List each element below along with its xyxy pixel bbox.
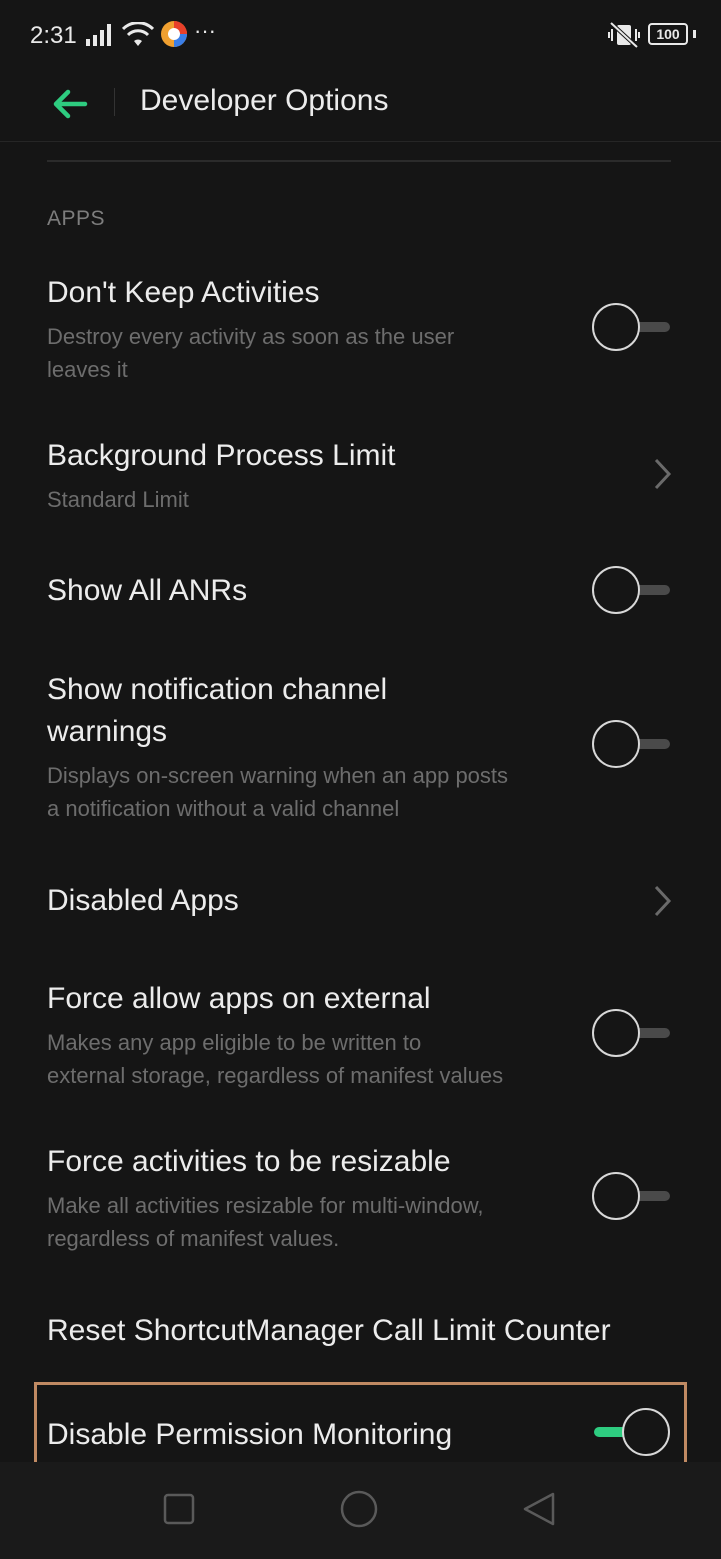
setting-value: Standard Limit (47, 487, 189, 512)
status-time: 2:31 (30, 22, 77, 49)
square-icon (163, 1493, 195, 1530)
setting-description: Makes any app eligible to be written to (47, 1030, 422, 1055)
page-title: Developer Options (140, 84, 389, 117)
setting-notification-channel-warnings[interactable]: Show notification channel warnings Displ… (0, 664, 721, 834)
signal-icon (86, 24, 114, 51)
setting-title: Background Process Limit (47, 439, 396, 472)
back-nav-button[interactable] (516, 1488, 562, 1534)
battery-icon: 100 (648, 23, 697, 50)
setting-description: Displays on-screen warning when an app p… (47, 763, 509, 788)
back-button[interactable] (44, 80, 96, 132)
chevron-right-icon (650, 883, 674, 919)
dont-keep-activities-toggle[interactable] (592, 303, 674, 353)
setting-force-resizable[interactable]: Force activities to be resizable Make al… (0, 1136, 721, 1266)
battery-level: 100 (656, 26, 680, 42)
divider (47, 160, 671, 162)
setting-description: external storage, regardless of manifest… (47, 1063, 504, 1088)
setting-force-allow-external[interactable]: Force allow apps on external Makes any a… (0, 973, 721, 1103)
setting-title: Force allow apps on external (47, 982, 431, 1015)
notification-channel-warnings-toggle[interactable] (592, 720, 674, 770)
setting-title: Reset ShortcutManager Call Limit Counter (47, 1314, 611, 1347)
setting-description: Make all activities resizable for multi-… (47, 1193, 484, 1218)
setting-title: Disabled Apps (47, 884, 239, 917)
section-header: APPS (47, 207, 106, 230)
triangle-back-icon (521, 1491, 557, 1532)
setting-title: warnings (47, 715, 168, 748)
setting-description: Destroy every activity as soon as the us… (47, 324, 455, 349)
setting-description: a notification without a valid channel (47, 796, 400, 821)
home-button[interactable] (336, 1488, 382, 1534)
setting-reset-shortcut-manager[interactable]: Reset ShortcutManager Call Limit Counter (0, 1300, 721, 1362)
app-notification-icon (160, 20, 188, 53)
highlight-box (34, 1382, 687, 1471)
setting-title: Show notification channel (47, 673, 388, 706)
circle-icon (339, 1489, 379, 1534)
navigation-bar (0, 1462, 721, 1559)
wifi-icon (121, 21, 155, 53)
arrow-left-icon (52, 89, 88, 124)
status-bar: 2:31 ··· 100 (0, 0, 721, 70)
vibrate-icon (608, 21, 640, 53)
setting-description: regardless of manifest values. (47, 1226, 340, 1251)
chevron-right-icon (650, 456, 674, 492)
force-allow-external-toggle[interactable] (592, 1009, 674, 1059)
setting-disabled-apps[interactable]: Disabled Apps (0, 870, 721, 932)
setting-description: leaves it (47, 357, 128, 382)
more-icon: ··· (194, 18, 216, 43)
force-resizable-toggle[interactable] (592, 1172, 674, 1222)
setting-show-all-anrs[interactable]: Show All ANRs (0, 560, 721, 622)
setting-background-process-limit[interactable]: Background Process Limit Standard Limit (0, 430, 721, 530)
setting-title: Show All ANRs (47, 574, 248, 607)
app-bar: Developer Options (0, 70, 721, 142)
show-all-anrs-toggle[interactable] (592, 566, 674, 616)
setting-title: Force activities to be resizable (47, 1145, 451, 1178)
setting-title: Don't Keep Activities (47, 276, 320, 309)
recents-button[interactable] (156, 1488, 202, 1534)
divider (114, 88, 115, 116)
setting-dont-keep-activities[interactable]: Don't Keep Activities Destroy every acti… (0, 266, 721, 396)
